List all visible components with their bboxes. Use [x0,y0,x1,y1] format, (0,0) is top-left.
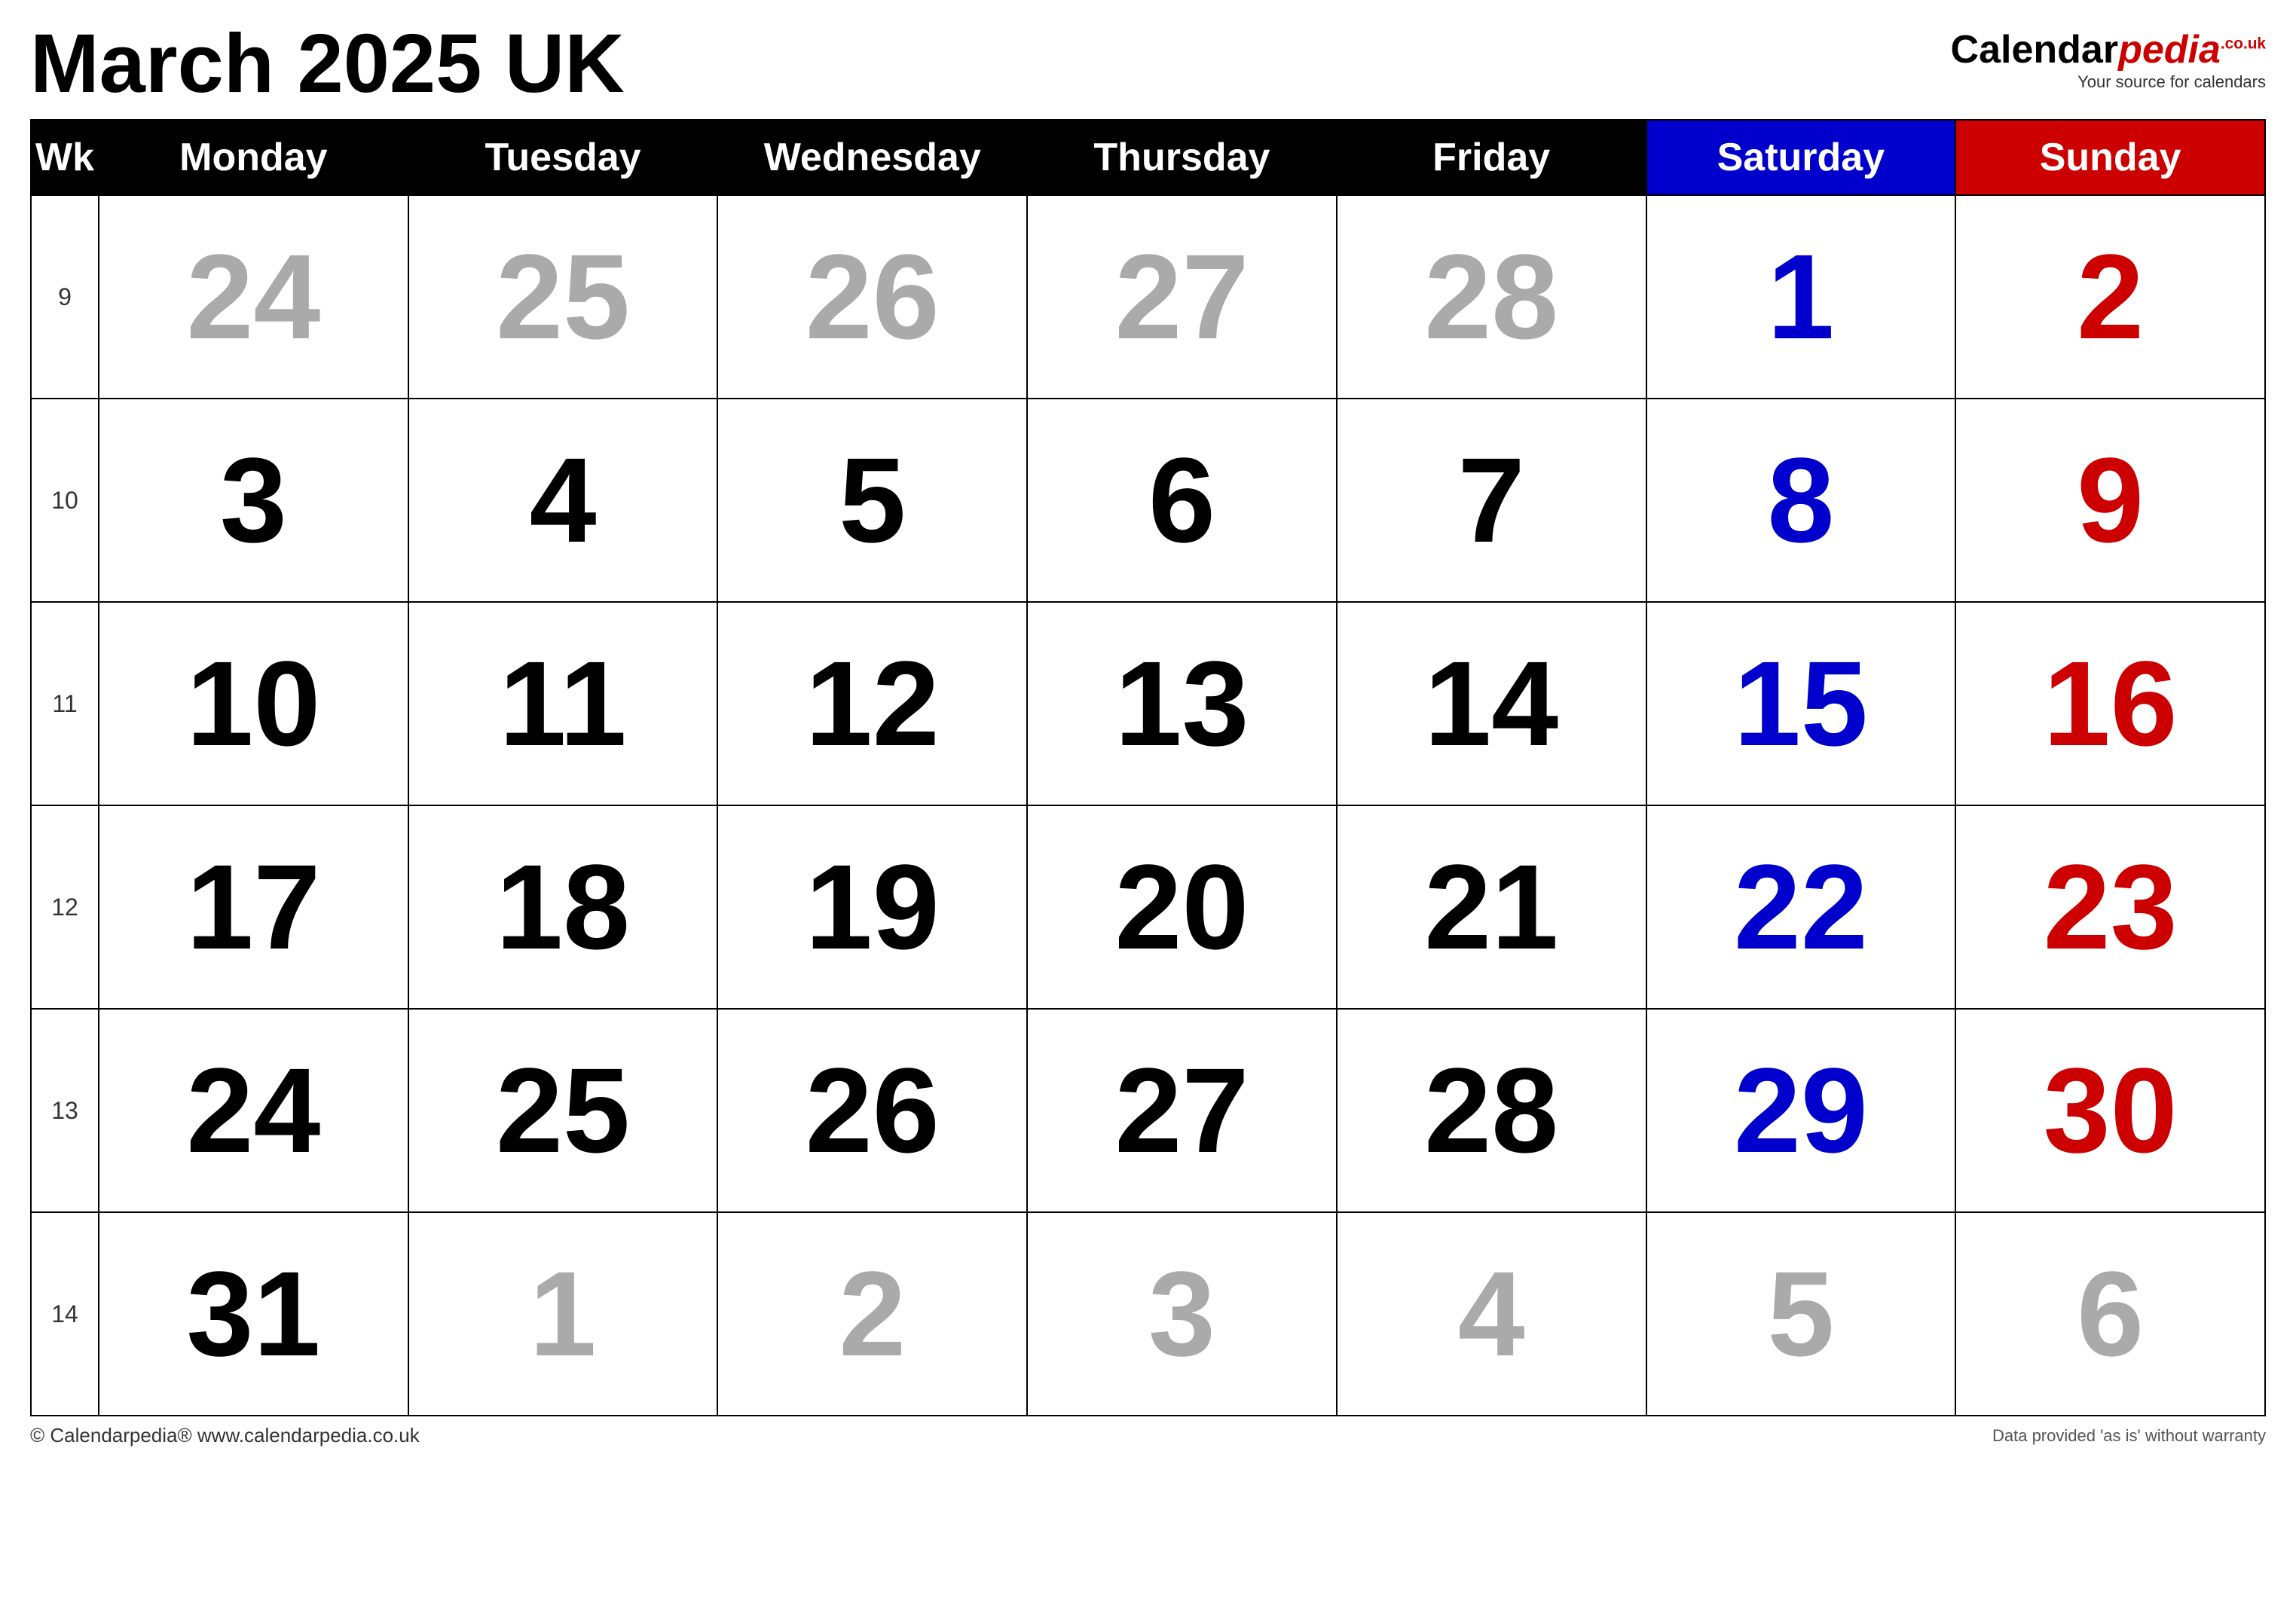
logo-area: Calendarpedia.co.uk Your source for cale… [1951,23,2266,92]
calendar-day[interactable]: 26 [717,1009,1027,1212]
calendar-day[interactable]: 20 [1027,805,1337,1009]
calendar-day[interactable]: 27 [1027,195,1337,399]
page-footer: © Calendarpedia® www.calendarpedia.co.uk… [30,1424,2266,1447]
calendar-day[interactable]: 12 [717,602,1027,805]
calendar-week-row: 103456789 [31,399,2265,602]
calendar-day[interactable]: 10 [99,602,408,805]
logo-pedia: pedia [2118,28,2221,72]
calendar-day[interactable]: 29 [1646,1009,1956,1212]
col-header-saturday: Saturday [1646,120,1956,195]
calendar-day[interactable]: 17 [99,805,408,1009]
calendar-day[interactable]: 6 [1027,399,1337,602]
calendar-header-row: Wk Monday Tuesday Wednesday Thursday Fri… [31,120,2265,195]
calendar-day[interactable]: 8 [1646,399,1956,602]
week-number: 14 [31,1212,99,1416]
calendar-day[interactable]: 18 [408,805,718,1009]
col-header-tuesday: Tuesday [408,120,718,195]
calendar-day[interactable]: 19 [717,805,1027,1009]
calendar-day[interactable]: 4 [1337,1212,1646,1416]
calendar-week-row: 1431123456 [31,1212,2265,1416]
calendar-day[interactable]: 2 [1955,195,2265,399]
calendar-day[interactable]: 1 [1646,195,1956,399]
calendar-week-row: 1324252627282930 [31,1009,2265,1212]
col-header-sunday: Sunday [1955,120,2265,195]
calendar-day[interactable]: 23 [1955,805,2265,1009]
col-header-wednesday: Wednesday [717,120,1027,195]
calendar-day[interactable]: 14 [1337,602,1646,805]
calendar-day[interactable]: 24 [99,195,408,399]
calendar-day[interactable]: 16 [1955,602,2265,805]
col-header-friday: Friday [1337,120,1646,195]
calendar-day[interactable]: 24 [99,1009,408,1212]
page-header: March 2025 UK Calendarpedia.co.uk Your s… [30,23,2266,105]
calendar-day[interactable]: 3 [99,399,408,602]
week-number: 9 [31,195,99,399]
logo-subtitle: Your source for calendars [2077,72,2266,92]
calendar-day[interactable]: 21 [1337,805,1646,1009]
calendar-day[interactable]: 6 [1955,1212,2265,1416]
calendar-day[interactable]: 7 [1337,399,1646,602]
calendar-day[interactable]: 27 [1027,1009,1337,1212]
calendar-day[interactable]: 2 [717,1212,1027,1416]
col-header-monday: Monday [99,120,408,195]
calendar-week-row: 1217181920212223 [31,805,2265,1009]
calendar-day[interactable]: 9 [1955,399,2265,602]
week-number: 11 [31,602,99,805]
calendar-day[interactable]: 3 [1027,1212,1337,1416]
calendar-day[interactable]: 15 [1646,602,1956,805]
calendar-day[interactable]: 13 [1027,602,1337,805]
calendar-day[interactable]: 5 [717,399,1027,602]
calendar-day[interactable]: 28 [1337,1009,1646,1212]
calendar-day[interactable]: 22 [1646,805,1956,1009]
logo-calendar: Calendar [1951,28,2119,72]
calendar-day[interactable]: 5 [1646,1212,1956,1416]
calendar-day[interactable]: 11 [408,602,718,805]
calendar-day[interactable]: 1 [408,1212,718,1416]
footer-disclaimer: Data provided 'as is' without warranty [1992,1426,2266,1446]
calendar-day[interactable]: 31 [99,1212,408,1416]
footer-copyright: © Calendarpedia® www.calendarpedia.co.uk [30,1424,420,1447]
calendar-week-row: 1110111213141516 [31,602,2265,805]
calendar-week-row: 9242526272812 [31,195,2265,399]
col-header-wk: Wk [31,120,99,195]
logo-text: Calendarpedia.co.uk [1951,30,2266,69]
calendar-day[interactable]: 30 [1955,1009,2265,1212]
week-number: 13 [31,1009,99,1212]
calendar-day[interactable]: 4 [408,399,718,602]
calendar-table: Wk Monday Tuesday Wednesday Thursday Fri… [30,119,2266,1416]
calendar-day[interactable]: 25 [408,1009,718,1212]
page-title: March 2025 UK [30,23,625,105]
calendar-day[interactable]: 25 [408,195,718,399]
week-number: 12 [31,805,99,1009]
calendar-day[interactable]: 26 [717,195,1027,399]
week-number: 10 [31,399,99,602]
col-header-thursday: Thursday [1027,120,1337,195]
calendar-day[interactable]: 28 [1337,195,1646,399]
logo-domain: .co.uk [2221,28,2266,72]
